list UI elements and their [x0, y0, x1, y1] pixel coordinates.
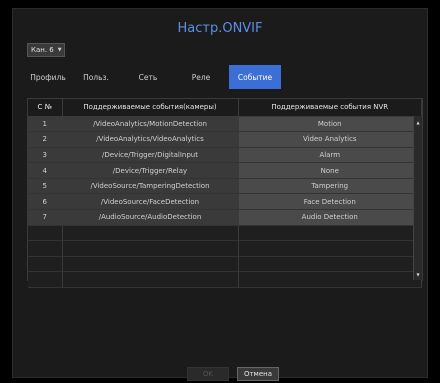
empty-cell — [28, 225, 63, 242]
empty-cell — [238, 271, 422, 289]
channel-select-value: Кан. 6 — [31, 46, 54, 54]
nvr-event-select[interactable]: Video Analytics▼ — [238, 131, 422, 148]
dialog-title: Настр.ONVIF — [177, 21, 263, 36]
empty-cell — [28, 256, 63, 273]
tab-users[interactable]: Польз. — [69, 65, 123, 89]
nvr-event-value: Motion — [317, 119, 342, 128]
empty-cell — [28, 240, 63, 257]
table-row: 6 /VideoSource/FaceDetection Face Detect… — [28, 193, 422, 211]
nvr-event-value: Tampering — [311, 182, 349, 191]
table-row-empty — [28, 271, 422, 289]
nvr-event-value: Video Analytics — [302, 135, 357, 144]
cancel-button[interactable]: Отмена — [237, 367, 279, 381]
empty-cell — [62, 256, 239, 273]
row-number: 5 — [28, 178, 63, 195]
table-header-row: С № Поддерживаемые события(камеры) Подде… — [28, 99, 422, 117]
table-row-empty — [28, 256, 422, 273]
nvr-event-value: Audio Detection — [301, 213, 358, 222]
tab-event[interactable]: Событие — [229, 65, 281, 89]
row-number: 1 — [28, 116, 63, 133]
empty-cell — [62, 225, 239, 242]
tab-network[interactable]: Сеть — [123, 65, 173, 89]
nvr-event-select[interactable]: Audio Detection▼ — [238, 209, 422, 226]
table-scrollbar[interactable]: ▲ ▼ — [413, 116, 422, 280]
empty-cell — [28, 271, 63, 289]
ok-button[interactable]: OK — [187, 367, 229, 381]
row-number: 2 — [28, 131, 63, 148]
nvr-event-value: None — [320, 166, 339, 175]
column-header-camera-events: Поддерживаемые события(камеры) — [62, 99, 239, 117]
table-row: 7 /AudioSource/AudioDetection Audio Dete… — [28, 209, 422, 226]
row-number: 7 — [28, 209, 63, 226]
scroll-down-icon[interactable]: ▼ — [414, 270, 422, 278]
event-table: С № Поддерживаемые события(камеры) Подде… — [27, 98, 423, 289]
empty-cell — [238, 225, 422, 242]
table-row: 5 /VideoSource/TamperingDetection Tamper… — [28, 178, 422, 195]
table-row: 3 /Device/Trigger/DigitalInput Alarm▼ — [28, 147, 422, 164]
scroll-up-icon[interactable]: ▲ — [414, 118, 422, 126]
column-header-nvr-events: Поддерживаемые события NVR — [238, 99, 422, 117]
empty-cell — [238, 256, 422, 273]
camera-event: /Device/Trigger/Relay — [62, 162, 239, 179]
table-row-empty — [28, 225, 422, 242]
camera-event: /AudioSource/AudioDetection — [62, 209, 239, 226]
chevron-down-icon: ▼ — [57, 47, 62, 53]
tab-relay[interactable]: Реле — [173, 65, 229, 89]
nvr-event-value: Alarm — [319, 150, 341, 159]
camera-event: /VideoAnalytics/MotionDetection — [62, 116, 239, 133]
row-number: 4 — [28, 162, 63, 179]
empty-cell — [62, 271, 239, 289]
table-row-empty — [28, 240, 422, 257]
column-header-no: С № — [28, 99, 63, 117]
nvr-event-select[interactable]: None▼ — [238, 162, 422, 179]
table-row: 1 /VideoAnalytics/MotionDetection Motion… — [28, 116, 422, 133]
table-row: 2 /VideoAnalytics/VideoAnalytics Video A… — [28, 131, 422, 148]
tab-bar: Профиль Польз. Сеть Реле Событие — [27, 65, 281, 89]
nvr-event-select[interactable]: Tampering▼ — [238, 178, 422, 195]
camera-event: /VideoAnalytics/VideoAnalytics — [62, 131, 239, 148]
row-number: 3 — [28, 147, 63, 164]
camera-event: /VideoSource/TamperingDetection — [62, 178, 239, 195]
nvr-event-select[interactable]: Alarm▼ — [238, 147, 422, 164]
channel-select[interactable]: Кан. 6 ▼ — [27, 43, 65, 57]
nvr-event-select[interactable]: Motion▼ — [238, 116, 422, 133]
onvif-settings-dialog: Настр.ONVIF Кан. 6 ▼ Профиль Польз. Сеть… — [12, 8, 428, 381]
nvr-event-value: Face Detection — [303, 197, 356, 206]
empty-cell — [238, 240, 422, 257]
nvr-event-select[interactable]: Face Detection▼ — [238, 193, 422, 211]
table-row: 4 /Device/Trigger/Relay None▼ — [28, 162, 422, 179]
camera-event: /Device/Trigger/DigitalInput — [62, 147, 239, 164]
tab-profile[interactable]: Профиль — [27, 65, 69, 89]
camera-event: /VideoSource/FaceDetection — [62, 193, 239, 211]
empty-cell — [62, 240, 239, 257]
row-number: 6 — [28, 193, 63, 211]
